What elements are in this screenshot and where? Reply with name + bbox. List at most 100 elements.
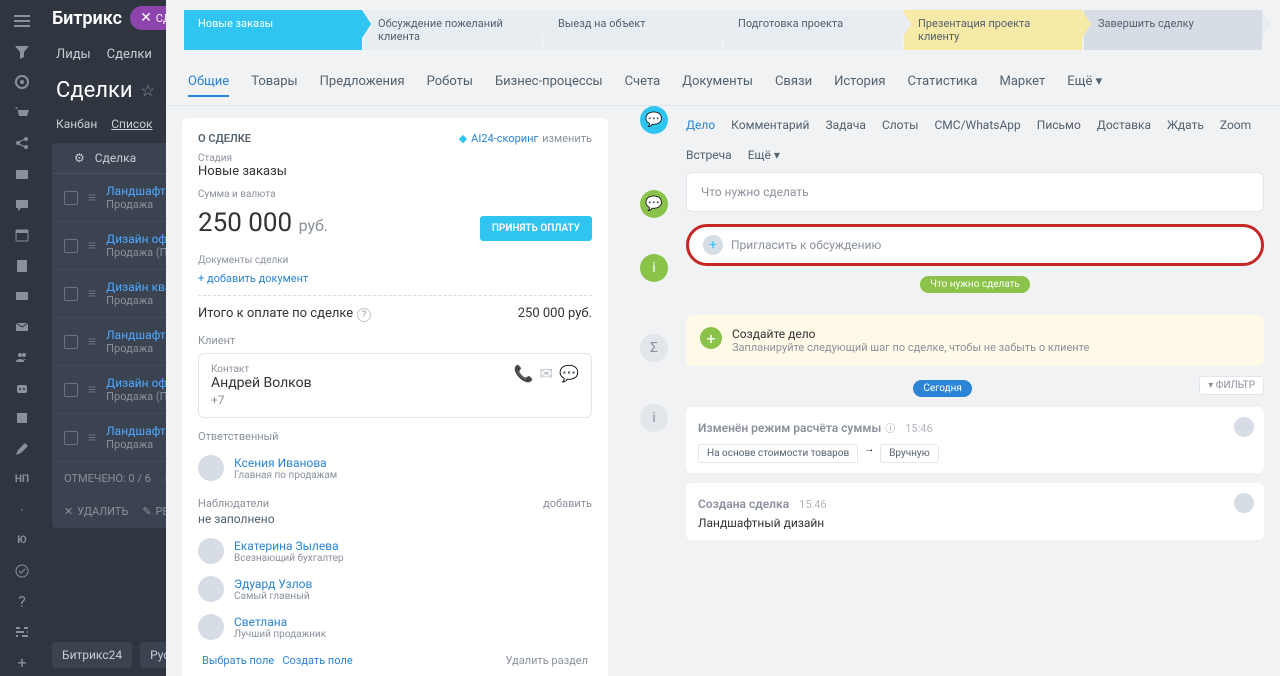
row-checkbox[interactable]	[64, 335, 78, 349]
stage-item[interactable]: Презентация проекта клиенту	[904, 10, 1082, 50]
tab-item[interactable]: История	[834, 68, 885, 97]
tab-item[interactable]: Общие	[188, 68, 229, 97]
stage-item[interactable]: Обсуждение пожеланий клиента	[364, 10, 542, 50]
tabs-row: Общие Товары Предложения Роботы Бизнес-проце…	[166, 60, 1280, 106]
nav-leads[interactable]: Лиды	[56, 47, 91, 62]
dash-icon[interactable]: ·	[8, 497, 36, 524]
plus-circle-icon: +	[700, 327, 722, 349]
timeline-tab-item[interactable]: Задача	[825, 118, 865, 132]
timeline-tab-item[interactable]: Ждать	[1167, 118, 1204, 132]
close-icon[interactable]: ✕	[140, 10, 152, 26]
stage-item[interactable]: Подготовка проекта	[724, 10, 902, 50]
tab-item[interactable]: Счета	[625, 68, 661, 97]
chat-icon[interactable]	[8, 191, 36, 218]
row-checkbox[interactable]	[64, 287, 78, 301]
timeline-tabs: Дело Комментарий Задача Слоты СМС/WhatsApp Пи…	[686, 118, 1264, 162]
settings-icon[interactable]	[8, 619, 36, 646]
delete-button[interactable]: ✕ УДАЛИТЬ	[64, 505, 128, 518]
timeline-tab-item[interactable]: Zoom	[1220, 118, 1251, 132]
drag-handle[interactable]: ≡	[88, 429, 96, 446]
timeline-tab-item[interactable]: Комментарий	[731, 118, 809, 132]
ai-scoring[interactable]: ◆AI24-скоринг изменить	[459, 132, 592, 145]
stage-item[interactable]: Завершить сделку	[1084, 10, 1262, 50]
help-icon[interactable]: ?	[8, 588, 36, 615]
row-checkbox[interactable]	[64, 239, 78, 253]
bot-icon[interactable]	[8, 375, 36, 402]
doc-icon[interactable]	[8, 252, 36, 279]
select-field-link[interactable]: Выбрать поле	[202, 654, 274, 667]
menu-icon[interactable]	[8, 8, 36, 35]
docs-label: Документы сделки	[198, 255, 592, 266]
gear-icon[interactable]: ⚙	[74, 151, 85, 165]
mail-icon[interactable]: ✉	[540, 364, 553, 383]
pen-icon[interactable]	[8, 436, 36, 463]
plus-icon[interactable]: +	[8, 649, 36, 676]
observer-person[interactable]: СветланаЛучший продажник	[198, 608, 592, 646]
timeline-tab-item[interactable]: Доставка	[1097, 118, 1151, 132]
target-icon[interactable]	[8, 69, 36, 96]
star-icon[interactable]: ☆	[141, 81, 155, 100]
observer-person[interactable]: Эдуард УзловСамый главный	[198, 570, 592, 608]
yu-icon[interactable]: Ю	[8, 527, 36, 554]
contact-phone: +7	[211, 393, 579, 407]
bitrix-chip[interactable]: Битрикс24	[52, 642, 132, 668]
card-icon[interactable]	[8, 283, 36, 310]
drag-handle[interactable]: ≡	[88, 189, 96, 206]
total-label: Итого к оплате по сделке?	[198, 306, 371, 322]
todo-input[interactable]: Что нужно сделать	[686, 172, 1264, 212]
phone-icon[interactable]: 📞	[514, 364, 534, 383]
invite-box[interactable]: + Пригласить к обсуждению	[686, 224, 1264, 266]
np-icon[interactable]: НП	[8, 466, 36, 493]
drag-handle[interactable]: ≡	[88, 381, 96, 398]
delete-section-link[interactable]: Удалить раздел	[506, 654, 588, 667]
stage-item[interactable]: Новые заказы	[184, 10, 362, 50]
tab-item[interactable]: Документы	[682, 68, 753, 97]
check-icon[interactable]	[8, 558, 36, 585]
add-observer-link[interactable]: добавить	[543, 497, 592, 510]
group-icon[interactable]	[8, 344, 36, 371]
chat-icon[interactable]: 💬	[559, 364, 579, 383]
log-entry-2: Создана сделка 15:46 Ландшафтный дизайн	[686, 483, 1264, 540]
stage-value: Новые заказы	[198, 164, 592, 179]
tab-item[interactable]: Ещё ▾	[1067, 68, 1102, 97]
row-checkbox[interactable]	[64, 431, 78, 445]
timeline-tab-item[interactable]: СМС/WhatsApp	[935, 118, 1021, 132]
tab-item[interactable]: Товары	[251, 68, 297, 97]
filter-button[interactable]: ▾ ФИЛЬТР	[1199, 376, 1264, 395]
timeline-tab-item[interactable]: Встреча	[686, 148, 732, 162]
observer-person[interactable]: Екатерина ЗылеваВсезнающий бухгалтер	[198, 532, 592, 570]
book-icon[interactable]	[8, 405, 36, 432]
tab-item[interactable]: Маркет	[1000, 68, 1046, 97]
create-task-box[interactable]: + Создайте дело Запланируйте следующий ш…	[686, 315, 1264, 366]
responsible-person[interactable]: Ксения ИвановаГлавная по продажам	[198, 449, 592, 487]
share-icon[interactable]	[8, 130, 36, 157]
calendar-icon[interactable]	[8, 222, 36, 249]
stage-item[interactable]: Выезд на объект	[544, 10, 722, 50]
drag-handle[interactable]: ≡	[88, 237, 96, 254]
add-doc-link[interactable]: + добавить документ	[198, 272, 592, 285]
tab-item[interactable]: Роботы	[427, 68, 473, 97]
tab-item[interactable]: Статистика	[908, 68, 978, 97]
create-field-link[interactable]: Создать поле	[282, 654, 352, 667]
nav-deals[interactable]: Сделки	[107, 47, 152, 62]
tab-item[interactable]: Бизнес-процессы	[495, 68, 603, 97]
responsible-title: Ответственный	[198, 430, 592, 443]
timeline-tab-item[interactable]: Ещё ▾	[748, 148, 780, 162]
accept-payment-button[interactable]: ПРИНЯТЬ ОПЛАТУ	[480, 216, 592, 241]
folder-icon[interactable]	[8, 161, 36, 188]
timeline-tab-item[interactable]: Слоты	[882, 118, 919, 132]
tab-item[interactable]: Связи	[775, 68, 812, 97]
drag-handle[interactable]: ≡	[88, 333, 96, 350]
cart-icon[interactable]	[8, 100, 36, 127]
timeline-tab-item[interactable]: Письмо	[1037, 118, 1081, 132]
tab-item[interactable]: Предложения	[320, 68, 405, 97]
timeline-tab-item[interactable]: Дело	[686, 118, 715, 132]
row-checkbox[interactable]	[64, 383, 78, 397]
timeline-marker-create: i	[640, 254, 668, 282]
row-checkbox[interactable]	[64, 191, 78, 205]
filter-icon[interactable]	[8, 39, 36, 66]
subnav-list[interactable]: Список	[111, 117, 152, 131]
subnav-kanban[interactable]: Канбан	[56, 117, 97, 131]
drag-handle[interactable]: ≡	[88, 285, 96, 302]
mail-icon[interactable]	[8, 313, 36, 340]
